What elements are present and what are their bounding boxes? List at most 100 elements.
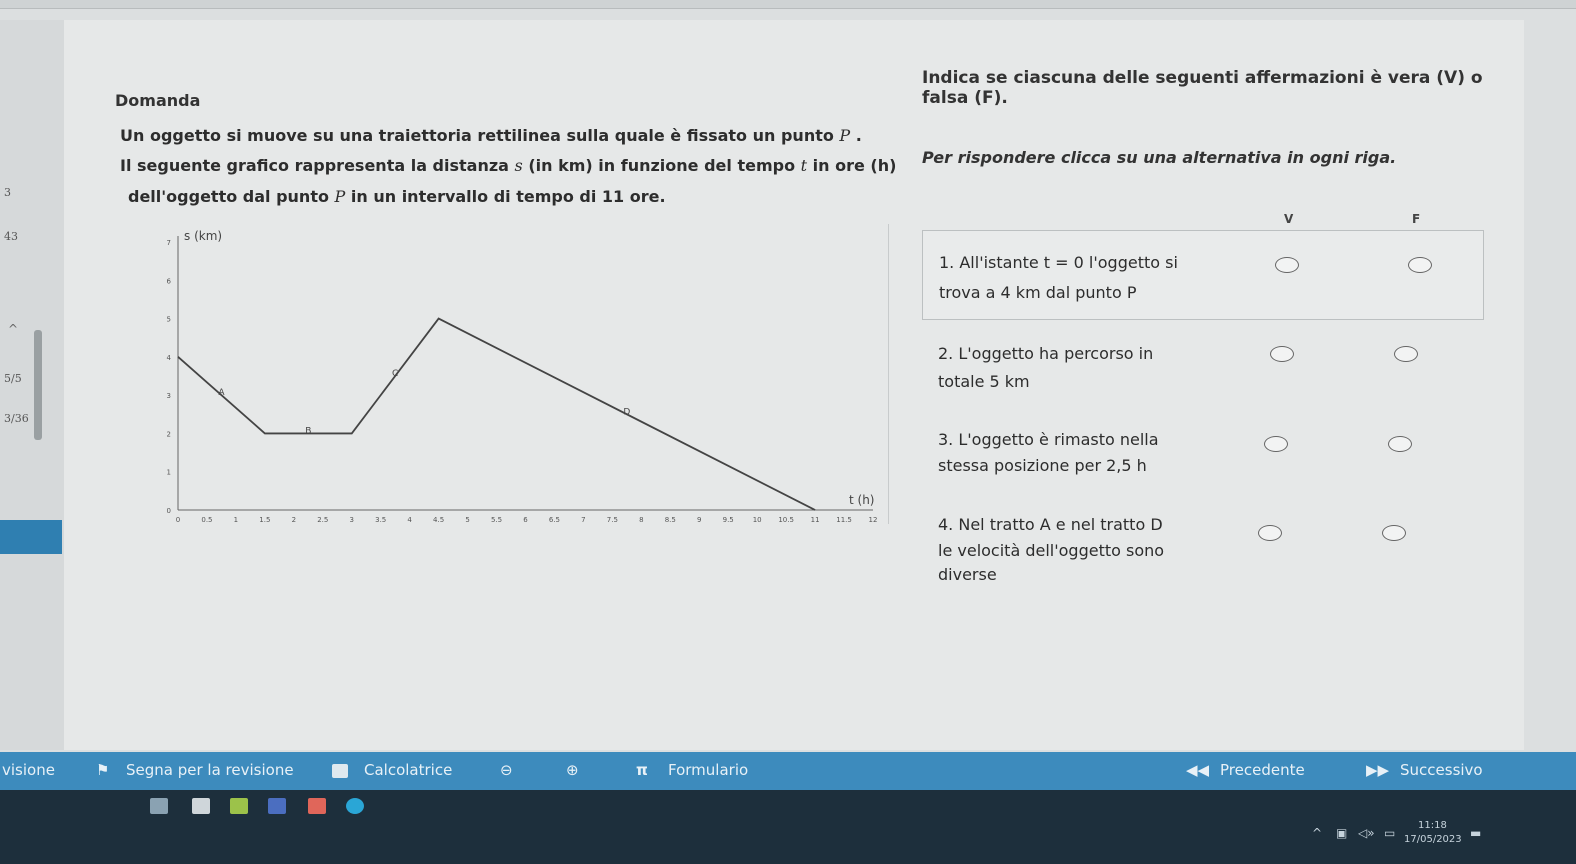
radio-false[interactable] (1388, 436, 1412, 452)
instruction-text: Indica se ciascuna delle seguenti afferm… (922, 68, 1483, 108)
volume-icon[interactable]: ◁» (1358, 826, 1375, 840)
browser-icon[interactable] (346, 798, 364, 814)
task-view-icon[interactable] (150, 798, 168, 814)
sidebar-scrollbar[interactable] (34, 330, 42, 440)
radio-true[interactable] (1275, 257, 1299, 273)
statement-text: 1. All'istante t = 0 l'oggetto si (939, 253, 1178, 272)
y-tick-label: 2 (167, 430, 171, 438)
battery-icon[interactable]: ▭ (1384, 826, 1395, 840)
statement-text: diverse (938, 565, 997, 584)
app-icon[interactable] (192, 798, 210, 814)
statement-text: 4. Nel tratto A e nel tratto D (938, 515, 1163, 534)
x-tick-label: 5 (465, 516, 469, 524)
radio-false[interactable] (1382, 525, 1406, 541)
statement-row-3: 3. L'oggetto è rimasto nella stessa posi… (922, 420, 1482, 500)
clock-date[interactable]: 17/05/2023 (1404, 834, 1462, 845)
segment-label: B (305, 426, 311, 436)
x-tick-label: 6 (523, 516, 528, 524)
radio-true[interactable] (1270, 346, 1294, 362)
sidebar-label: 43 (4, 230, 18, 243)
x-tick-label: 8 (639, 516, 643, 524)
radio-true[interactable] (1258, 525, 1282, 541)
x-tick-label: 4 (407, 516, 412, 524)
x-tick-label: 0.5 (201, 516, 212, 524)
os-taskbar: ^ ▣ ◁» ▭ 11:18 17/05/2023 ▬ (0, 790, 1576, 864)
calculator-icon (332, 764, 348, 778)
notifications-icon[interactable]: ▬ (1470, 826, 1481, 840)
y-tick-label: 6 (167, 277, 172, 285)
column-header-v: V (1284, 212, 1294, 226)
x-tick-label: 5.5 (491, 516, 502, 524)
window-top-edge (0, 0, 1576, 9)
x-tick-label: 7.5 (607, 516, 618, 524)
instruction-hint: Per rispondere clicca su una alternativa… (922, 148, 1397, 167)
zoom-out-icon[interactable]: ⊖ (500, 761, 513, 779)
segment-label: C (392, 369, 398, 379)
mark-for-review-button[interactable]: Segna per la revisione (126, 761, 294, 779)
app-icon[interactable] (308, 798, 326, 814)
x-tick-label: 1.5 (259, 516, 270, 524)
pi-icon: π (636, 761, 648, 779)
x-tick-label: 10.5 (778, 516, 794, 524)
y-axis-label: s (km) (184, 229, 222, 243)
x-tick-label: 11 (811, 516, 820, 524)
question-title: Domanda (115, 91, 201, 110)
statement-text: stessa posizione per 2,5 h (938, 456, 1147, 475)
chevron-up-icon[interactable]: ^ (8, 322, 18, 336)
y-tick-label: 4 (167, 354, 172, 362)
bottom-toolbar: visione ⚑ Segna per la revisione Calcola… (0, 752, 1576, 790)
app-icon[interactable] (230, 798, 248, 814)
forward-icon: ▶▶ (1366, 761, 1390, 779)
formulary-button[interactable]: Formulario (668, 761, 748, 779)
question-text-line2: Il seguente grafico rappresenta la dista… (120, 156, 897, 175)
x-tick-label: 1 (234, 516, 238, 524)
clock-time[interactable]: 11:18 (1418, 820, 1447, 831)
x-tick-label: 2.5 (317, 516, 328, 524)
previous-button[interactable]: Precedente (1220, 761, 1305, 779)
distance-line (177, 317, 816, 511)
app-icon[interactable] (268, 798, 286, 814)
statement-row-4: 4. Nel tratto A e nel tratto D le veloci… (922, 505, 1482, 595)
x-tick-label: 10 (753, 516, 762, 524)
calculator-button[interactable]: Calcolatrice (364, 761, 452, 779)
statement-text: totale 5 km (938, 372, 1030, 391)
radio-false[interactable] (1394, 346, 1418, 362)
x-axis-label: t (h) (849, 493, 875, 507)
next-button[interactable]: Successivo (1400, 761, 1483, 779)
segment-label: D (623, 407, 630, 417)
left-navigation-panel: 3 43 ^ 5/5 3/36 (0, 20, 64, 750)
y-tick-label: 1 (167, 469, 171, 477)
question-text-line1: Un oggetto si muove su una traiettoria r… (120, 126, 862, 145)
x-tick-label: 11.5 (836, 516, 852, 524)
statement-text: trova a 4 km dal punto P (939, 283, 1137, 302)
sidebar-label: 3 (4, 186, 11, 199)
y-tick-label: 0 (167, 507, 171, 515)
network-icon[interactable]: ▣ (1336, 826, 1347, 840)
chevron-up-icon[interactable]: ^ (1312, 826, 1322, 840)
x-tick-label: 9.5 (723, 516, 734, 524)
y-tick-label: 5 (167, 316, 171, 324)
x-tick-label: 4.5 (433, 516, 444, 524)
radio-false[interactable] (1408, 257, 1432, 273)
distance-time-chart: 0 0.5 1 1.5 2 2.5 3 3.5 4 4.5 5 5.5 6 6.5 7 7.5 8 8.5 9 9.5… (167, 224, 889, 524)
rewind-icon: ◀◀ (1186, 761, 1210, 779)
x-tick-label: 6.5 (549, 516, 560, 524)
x-tick-label: 3.5 (375, 516, 386, 524)
y-tick-label: 7 (167, 239, 171, 247)
x-tick-label: 8.5 (665, 516, 676, 524)
zoom-in-icon[interactable]: ⊕ (566, 761, 579, 779)
x-tick-label: 7 (581, 516, 585, 524)
sidebar-label: 5/5 (4, 372, 22, 385)
segment-label: A (218, 388, 225, 398)
x-tick-label: 3 (350, 516, 354, 524)
radio-true[interactable] (1264, 436, 1288, 452)
statement-row-1: 1. All'istante t = 0 l'oggetto si trova … (922, 230, 1484, 320)
visione-button[interactable]: visione (2, 761, 55, 779)
x-tick-label: 9 (697, 516, 701, 524)
x-tick-label: 2 (292, 516, 296, 524)
statement-text: 2. L'oggetto ha percorso in (938, 344, 1154, 363)
sidebar-label: 3/36 (4, 412, 29, 425)
sidebar-active-tab[interactable] (0, 520, 62, 554)
column-header-f: F (1412, 212, 1421, 226)
flag-icon: ⚑ (96, 761, 110, 779)
